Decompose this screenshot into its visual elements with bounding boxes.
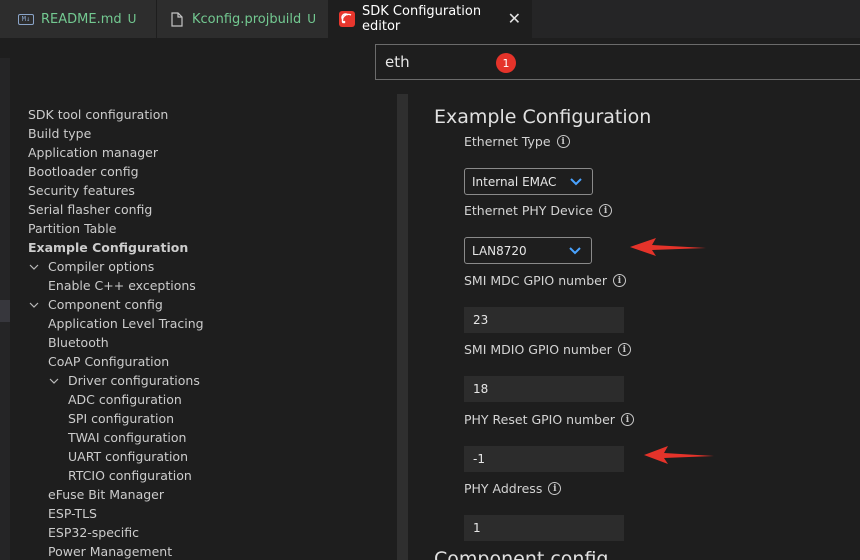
tree-item[interactable]: TWAI configuration xyxy=(68,428,186,447)
phy-reset-input[interactable]: -1 xyxy=(464,446,624,472)
editor-area: 1 SDK tool configuration Build type Appl… xyxy=(0,38,860,560)
label-text: PHY Address xyxy=(464,481,543,496)
search-input[interactable] xyxy=(376,45,860,79)
tree-item[interactable]: Security features xyxy=(28,181,135,200)
select-value: LAN8720 xyxy=(472,243,527,258)
tree-item[interactable]: CoAP Configuration xyxy=(48,352,169,371)
label-text: PHY Reset GPIO number xyxy=(464,412,615,427)
info-icon[interactable]: i xyxy=(620,413,634,426)
tree-item[interactable]: Component config xyxy=(48,295,163,314)
label-text: SMI MDC GPIO number xyxy=(464,273,607,288)
modified-badge: U xyxy=(127,12,137,26)
chevron-down-icon xyxy=(570,178,582,186)
info-icon[interactable]: i xyxy=(599,204,613,217)
info-icon[interactable]: i xyxy=(556,135,570,148)
tree-item[interactable]: ADC configuration xyxy=(68,390,182,409)
label-text: Ethernet Type xyxy=(464,134,551,149)
tree-item[interactable]: RTCIO configuration xyxy=(68,466,192,485)
search-box: 1 xyxy=(375,44,860,80)
info-icon[interactable]: i xyxy=(548,482,562,495)
markdown-icon: M↓ xyxy=(18,11,34,27)
tab-label: Kconfig.projbuild xyxy=(192,11,302,27)
chevron-down-icon[interactable] xyxy=(27,295,41,314)
tree-item[interactable]: Enable C++ exceptions xyxy=(48,276,196,295)
tree-item[interactable]: Serial flasher config xyxy=(28,200,152,219)
smi-mdio-label: SMI MDIO GPIO number i xyxy=(464,342,631,357)
tab-kconfig[interactable]: Kconfig.projbuild U xyxy=(157,0,329,38)
section-title: Example Configuration xyxy=(434,106,652,128)
info-icon[interactable]: i xyxy=(617,343,631,356)
modified-badge: U xyxy=(307,12,317,26)
tree-item[interactable]: Driver configurations xyxy=(68,371,200,390)
tree-item[interactable]: Partition Table xyxy=(28,219,116,238)
smi-mdc-input[interactable]: 23 xyxy=(464,307,624,333)
scrollbar[interactable] xyxy=(397,94,408,560)
chevron-down-icon xyxy=(569,247,581,255)
tree-item[interactable]: SPI configuration xyxy=(68,409,174,428)
smi-mdio-input[interactable]: 18 xyxy=(464,376,624,402)
label-text: SMI MDIO GPIO number xyxy=(464,342,612,357)
label-text: Ethernet PHY Device xyxy=(464,203,594,218)
tree-item[interactable]: eFuse Bit Manager xyxy=(48,485,164,504)
tab-label: SDK Configuration editor xyxy=(362,4,482,34)
tree-item[interactable]: ESP32-specific xyxy=(48,523,139,542)
tree-item[interactable]: Application manager xyxy=(28,143,158,162)
next-section-title: Component config xyxy=(434,548,609,560)
select-value: Internal EMAC xyxy=(472,174,557,189)
close-icon[interactable]: ✕ xyxy=(508,11,521,27)
ethernet-type-select[interactable]: Internal EMAC xyxy=(464,168,593,195)
chevron-down-icon[interactable] xyxy=(27,257,41,276)
tree-item[interactable]: Application Level Tracing xyxy=(48,314,204,333)
tab-sdk-config[interactable]: SDK Configuration editor ✕ xyxy=(329,0,532,38)
tree-item[interactable]: ESP-TLS xyxy=(48,504,97,523)
file-icon xyxy=(169,11,185,27)
info-icon[interactable]: i xyxy=(613,274,626,287)
tree-item-selected[interactable]: Example Configuration xyxy=(28,238,188,257)
phy-address-input[interactable]: 1 xyxy=(464,515,624,541)
smi-mdc-label: SMI MDC GPIO number i xyxy=(464,273,626,288)
tab-bar: M↓ README.md U Kconfig.projbuild U SDK C… xyxy=(0,0,860,38)
phy-device-label: Ethernet PHY Device i xyxy=(464,203,613,218)
annotation-arrow-icon xyxy=(644,446,714,464)
annotation-badge: 1 xyxy=(496,53,516,73)
tree-item[interactable]: Build type xyxy=(28,124,91,143)
tree-item[interactable]: UART configuration xyxy=(68,447,188,466)
tree-item[interactable]: Bootloader config xyxy=(28,162,139,181)
tree-item[interactable]: Power Management xyxy=(48,542,172,560)
ethernet-type-label: Ethernet Type i xyxy=(464,134,570,149)
tree-item[interactable]: Compiler options xyxy=(48,257,154,276)
phy-reset-label: PHY Reset GPIO number i xyxy=(464,412,634,427)
annotation-arrow-icon xyxy=(630,238,706,256)
tab-readme[interactable]: M↓ README.md U xyxy=(0,0,157,38)
phy-device-select[interactable]: LAN8720 xyxy=(464,237,592,264)
gutter-marker xyxy=(0,300,10,322)
tab-label: README.md xyxy=(41,11,122,27)
tree-item[interactable]: Bluetooth xyxy=(48,333,109,352)
chevron-down-icon[interactable] xyxy=(47,371,61,390)
tree-item[interactable]: SDK tool configuration xyxy=(28,105,168,124)
esp-idf-icon xyxy=(339,11,355,27)
phy-address-label: PHY Address i xyxy=(464,481,562,496)
